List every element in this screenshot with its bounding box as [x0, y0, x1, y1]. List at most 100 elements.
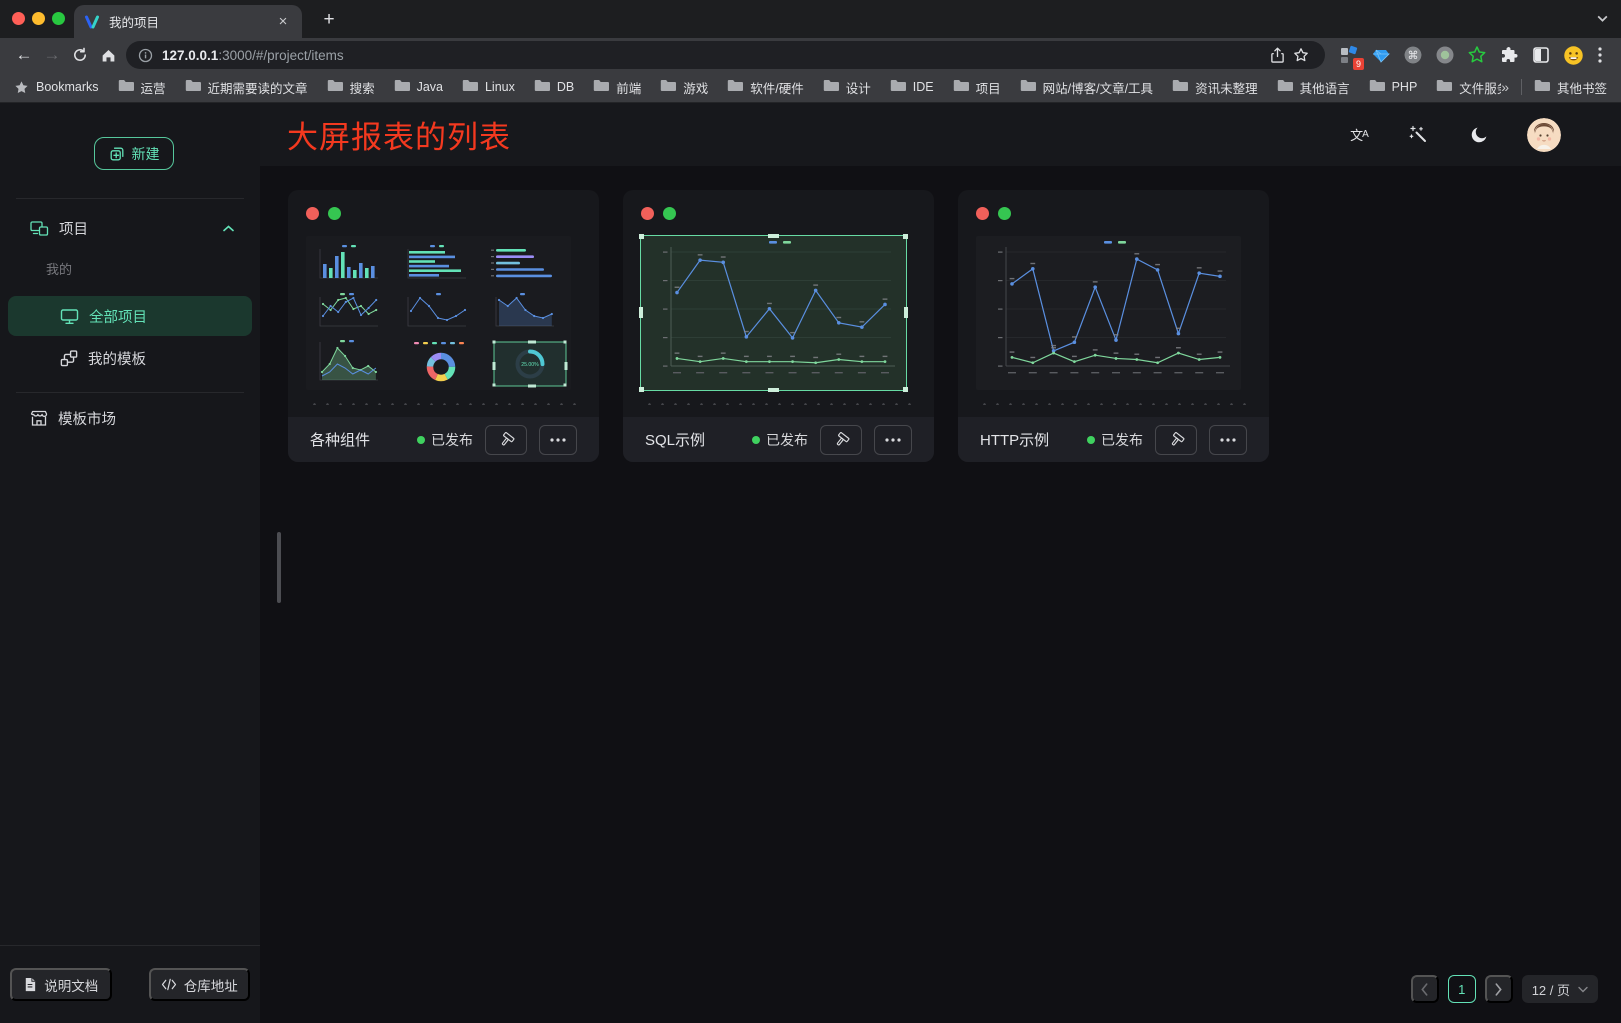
page-size-select[interactable]: 12 / 页 — [1522, 975, 1598, 1003]
bookmark-folder[interactable]: 资讯未整理 — [1172, 78, 1258, 97]
bookmark-folder[interactable]: PHP — [1369, 78, 1418, 97]
user-avatar[interactable] — [1527, 118, 1561, 152]
language-icon[interactable]: 文A — [1347, 123, 1371, 147]
folder-icon — [727, 79, 743, 95]
edit-hammer-button[interactable] — [485, 425, 527, 455]
status-badge: 已发布 — [1087, 430, 1143, 450]
sidebar-section-projects[interactable]: 项目 — [0, 212, 260, 244]
folder-icon — [953, 79, 969, 95]
current-page-button[interactable]: 1 — [1448, 975, 1476, 1003]
folder-icon — [185, 79, 201, 95]
bookmark-folder[interactable]: 前端 — [593, 78, 641, 97]
sidebar-item-template-market[interactable]: 模板市场 — [0, 402, 260, 434]
sidebar-item-my-templates[interactable]: 我的模板 — [8, 338, 252, 378]
selection-handle[interactable] — [639, 234, 644, 239]
project-preview-chart-selected[interactable] — [641, 236, 906, 390]
document-icon — [23, 977, 37, 992]
share-icon[interactable] — [1265, 41, 1289, 69]
selection-handle[interactable] — [639, 387, 644, 392]
sidebar-item-all-projects[interactable]: 全部项目 — [8, 296, 252, 336]
bookmark-folder[interactable]: 设计 — [823, 78, 871, 97]
bookmark-folder[interactable]: 网站/博客/文章/工具 — [1020, 78, 1153, 97]
goview-logo-icon — [84, 14, 100, 30]
extension-recorder-icon[interactable] — [1433, 43, 1457, 67]
selection-handle[interactable] — [768, 234, 779, 238]
project-card[interactable]: SQL示例 已发布 — [623, 190, 934, 462]
repo-button[interactable]: 仓库地址 — [149, 968, 251, 1001]
forward-icon[interactable]: → — [38, 41, 66, 69]
new-project-button[interactable]: 新建 — [94, 137, 174, 170]
info-icon[interactable] — [138, 48, 153, 63]
magic-wand-icon[interactable] — [1407, 123, 1431, 147]
project-card[interactable]: 25.00% 各种组件 已发布 — [288, 190, 599, 462]
bookmark-folder[interactable]: 文件服务器 — [1436, 78, 1501, 97]
prev-page-button[interactable] — [1411, 975, 1439, 1003]
bookmark-folder-list: 运营近期需要读的文章搜索 Java Linux DB 前端游戏软件/硬件 设计 IDE 项目网… — [118, 78, 1502, 97]
selection-handle[interactable] — [639, 307, 643, 318]
browser-menu-icon[interactable] — [1589, 41, 1611, 69]
bookmark-folder[interactable]: 近期需要读的文章 — [185, 78, 308, 97]
project-card[interactable]: HTTP示例 已发布 — [958, 190, 1269, 462]
extensions-puzzle-icon[interactable] — [1497, 43, 1521, 67]
bookmarks-overflow-chevron[interactable]: » — [1501, 79, 1509, 95]
home-icon[interactable] — [94, 41, 122, 69]
chevron-up-icon[interactable] — [223, 220, 234, 236]
tab-strip: 我的项目 × + — [0, 0, 1621, 38]
extension-newtab-icon[interactable]: 9 — [1337, 43, 1361, 67]
address-bar[interactable]: 127.0.0.1:3000/#/project/items — [126, 41, 1325, 69]
ellipsis-icon — [1220, 438, 1236, 442]
sidebar-footer: 说明文档 仓库地址 — [0, 945, 260, 1023]
tab-search-icon[interactable] — [1596, 12, 1609, 30]
project-preview-montage[interactable]: 25.00% — [306, 236, 571, 390]
scrollbar-thumb[interactable] — [277, 532, 281, 603]
card-footer: HTTP示例 已发布 — [958, 417, 1269, 462]
selection-handle[interactable] — [768, 388, 779, 392]
edit-hammer-button[interactable] — [820, 425, 862, 455]
project-preview-chart[interactable] — [976, 236, 1241, 390]
selection-handle[interactable] — [903, 387, 908, 392]
more-actions-button[interactable] — [539, 425, 577, 455]
bookmark-folder[interactable]: 项目 — [953, 78, 1001, 97]
bookmark-folder[interactable]: 游戏 — [660, 78, 708, 97]
card-red-dot — [976, 207, 989, 220]
bookmark-folder[interactable]: 搜索 — [327, 78, 375, 97]
bookmark-star-icon[interactable] — [1289, 41, 1313, 69]
new-tab-button[interactable]: + — [316, 7, 342, 33]
next-page-button[interactable] — [1485, 975, 1513, 1003]
macos-fullscreen-button[interactable] — [52, 12, 65, 25]
other-bookmarks[interactable]: 其他书签 — [1534, 78, 1607, 97]
bookmark-folder[interactable]: 其他语言 — [1277, 78, 1350, 97]
bookmark-folder[interactable]: Java — [394, 78, 443, 97]
edit-hammer-button[interactable] — [1155, 425, 1197, 455]
reload-icon[interactable] — [66, 41, 94, 69]
browser-tab[interactable]: 我的项目 × — [74, 5, 302, 38]
chevron-right-icon — [1494, 983, 1503, 996]
selection-handle[interactable] — [904, 307, 908, 318]
ellipsis-icon — [885, 438, 901, 442]
selection-handle[interactable] — [903, 234, 908, 239]
bookmarks-manager[interactable]: Bookmarks — [14, 80, 99, 95]
back-icon[interactable]: ← — [10, 41, 38, 69]
more-actions-button[interactable] — [874, 425, 912, 455]
sidebar: 新建 项目 我的 全部项目 我的模板 模板 — [0, 103, 260, 1023]
bookmark-folder[interactable]: 运营 — [118, 78, 166, 97]
extension-green-star-icon[interactable] — [1465, 43, 1489, 67]
macos-minimize-button[interactable] — [32, 12, 45, 25]
extension-gem-icon[interactable] — [1369, 43, 1393, 67]
tab-close-icon[interactable]: × — [274, 13, 292, 31]
project-title: HTTP示例 — [980, 429, 1049, 450]
extension-command-icon[interactable]: ⌘ — [1401, 43, 1425, 67]
bookmark-folder[interactable]: DB — [534, 78, 574, 97]
docs-button[interactable]: 说明文档 — [10, 968, 112, 1001]
bookmark-folder[interactable]: IDE — [890, 78, 934, 97]
status-dot — [752, 436, 760, 444]
macos-close-button[interactable] — [12, 12, 25, 25]
extension-emoji-icon[interactable] — [1561, 43, 1585, 67]
extension-darkmode-icon[interactable] — [1529, 43, 1553, 67]
bookmark-folder[interactable]: 软件/硬件 — [727, 78, 803, 97]
more-actions-button[interactable] — [1209, 425, 1247, 455]
extension-badge: 9 — [1353, 58, 1364, 70]
dark-mode-moon-icon[interactable] — [1467, 123, 1491, 147]
bookmark-folder[interactable]: Linux — [462, 78, 515, 97]
card-footer: SQL示例 已发布 — [623, 417, 934, 462]
